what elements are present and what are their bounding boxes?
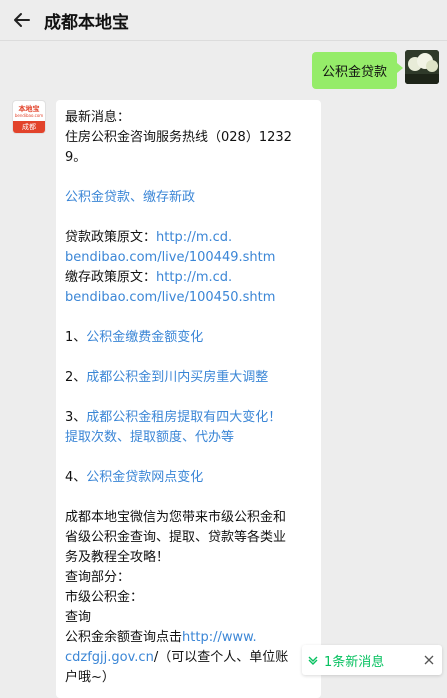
chat-title: 成都本地宝 bbox=[44, 12, 129, 33]
top-bar: 成都本地宝 bbox=[0, 0, 447, 41]
message-label: /（可以查个人、单位账 bbox=[153, 650, 289, 665]
link-item-4[interactable]: 公积金贷款网点变化 bbox=[86, 470, 203, 485]
incoming-message-bubble: 最新消息： 住房公积金咨询服务热线（028）1232 9。 公积金贷款、缴存新政… bbox=[56, 100, 321, 698]
official-account-avatar[interactable]: 本地宝 bendibao.com 成都 bbox=[12, 100, 46, 134]
message-line: 市级公积金： bbox=[65, 590, 144, 605]
link-item-3-cont[interactable]: 提取次数、提取额度、代办等 bbox=[65, 428, 321, 448]
message-line: 查询 bbox=[65, 610, 92, 625]
message-line: 最新消息： bbox=[65, 110, 131, 125]
chevron-down-icon bbox=[302, 654, 324, 666]
link-balance-query-cont[interactable]: cdzfgjj.gov.cn bbox=[65, 650, 154, 665]
message-label: 缴存政策原文： bbox=[65, 270, 157, 285]
close-icon[interactable] bbox=[416, 655, 442, 665]
link-item-3[interactable]: 成都公积金租房提取有四大变化！ bbox=[86, 410, 281, 425]
message-line: 9。 bbox=[65, 150, 87, 165]
link-item-1[interactable]: 公积金缴费金额变化 bbox=[86, 330, 203, 345]
link-loan-policy[interactable]: http://m.cd. bbox=[156, 230, 232, 245]
message-line: 户哦~） bbox=[65, 670, 115, 685]
list-number: 3、 bbox=[65, 410, 87, 425]
message-line: 省级公积金查询、提取、贷款等各类业 bbox=[65, 530, 287, 545]
user-avatar[interactable] bbox=[405, 50, 439, 84]
new-message-notice[interactable]: 1条新消息 bbox=[302, 645, 442, 675]
link-balance-query[interactable]: http://www. bbox=[182, 630, 257, 645]
avatar-logo-sub: bendibao.com bbox=[14, 112, 44, 118]
back-button[interactable] bbox=[0, 0, 44, 40]
list-number: 1、 bbox=[65, 330, 87, 345]
message-line: 查询部分： bbox=[65, 570, 131, 585]
list-number: 2、 bbox=[65, 370, 87, 385]
message-line: 务及教程全攻略！ bbox=[65, 550, 170, 565]
message-label: 公积金余额查询点击 bbox=[65, 630, 183, 645]
link-policy-news[interactable]: 公积金贷款、缴存新政 bbox=[65, 188, 321, 208]
link-item-2[interactable]: 成都公积金到川内买房重大调整 bbox=[86, 370, 268, 385]
message-label: 贷款政策原文： bbox=[65, 230, 157, 245]
link-deposit-policy-cont[interactable]: bendibao.com/live/100450.shtm bbox=[65, 288, 321, 308]
link-loan-policy-cont[interactable]: bendibao.com/live/100449.shtm bbox=[65, 248, 321, 268]
avatar-picture-icon bbox=[405, 50, 439, 84]
link-deposit-policy[interactable]: http://m.cd. bbox=[156, 270, 232, 285]
avatar-logo-text: 本地宝 bbox=[18, 104, 40, 113]
outgoing-message-row: 公积金贷款 bbox=[311, 50, 439, 89]
back-arrow-icon bbox=[14, 13, 30, 27]
avatar-logo: 本地宝 bendibao.com bbox=[13, 101, 45, 121]
new-message-count: 1条新消息 bbox=[324, 654, 385, 670]
message-line: 住房公积金咨询服务热线（028）1232 bbox=[65, 130, 292, 145]
avatar-city: 成都 bbox=[13, 121, 45, 133]
outgoing-bubble[interactable]: 公积金贷款 bbox=[311, 52, 404, 89]
list-number: 4、 bbox=[65, 470, 87, 485]
message-line: 成都本地宝微信为您带来市级公积金和 bbox=[65, 510, 287, 525]
